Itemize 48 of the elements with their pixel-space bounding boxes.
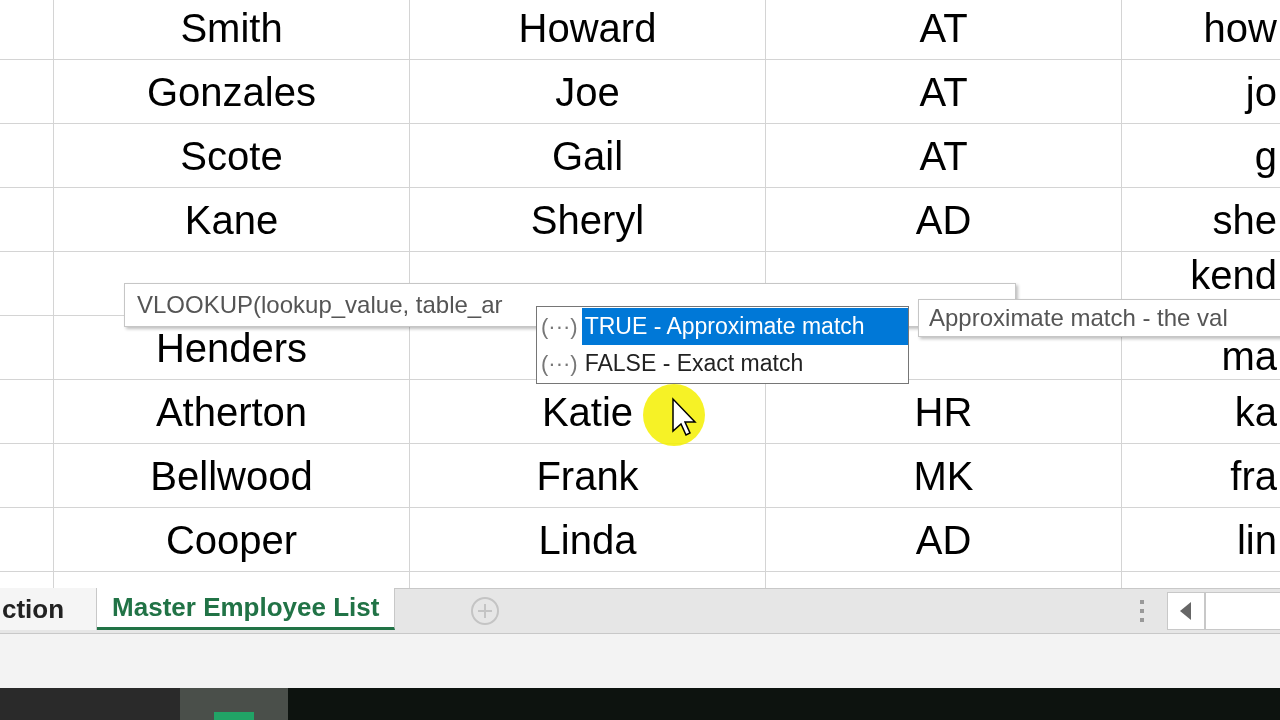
table-cell: how (1203, 4, 1277, 51)
taskbar-app-button[interactable] (180, 688, 288, 720)
table-cell: Atherton (155, 388, 308, 435)
table-cell: Howard (518, 4, 657, 51)
table-cell: g (1254, 132, 1277, 179)
autocomplete-item[interactable]: (···) TRUE - Approximate match (541, 308, 908, 345)
table-cell: Linda (538, 516, 637, 563)
table-cell: Kane (184, 196, 279, 243)
table-cell: Bellwood (150, 452, 313, 499)
horizontal-scrollbar[interactable] (1205, 592, 1280, 630)
sheet-tab[interactable]: Master Employee List (97, 588, 396, 630)
table-cell: Henders (155, 324, 308, 371)
table-cell: ka (1234, 388, 1277, 435)
taskbar-start-area[interactable] (0, 688, 180, 720)
autocomplete-item[interactable]: (···) FALSE - Exact match (541, 345, 908, 382)
table-cell: AD (915, 196, 972, 243)
table-cell: AT (919, 132, 968, 179)
table-cell: Frank (536, 452, 639, 499)
table-cell: AT (919, 68, 968, 115)
table-cell: Smith (180, 4, 283, 51)
table-cell: fra (1230, 452, 1277, 499)
description-text: Approximate match - the val (929, 304, 1228, 332)
table-cell: jo (1245, 68, 1277, 115)
table-cell: ma (1221, 333, 1277, 379)
function-signature: VLOOKUP(lookup_value, table_ar (137, 290, 503, 320)
splitter-icon[interactable] (1139, 599, 1145, 623)
left-arrow-icon (1180, 602, 1192, 620)
sheet-tab[interactable]: ction (0, 588, 98, 630)
option-label: TRUE - Approximate match (581, 308, 908, 345)
table-cell: Scote (180, 132, 283, 179)
table-cell: Gail (551, 132, 624, 179)
table-cell: Sheryl (530, 196, 645, 243)
table-cell: Katie (541, 388, 634, 435)
option-label: FALSE - Exact match (583, 349, 804, 379)
table-cell: AD (915, 516, 972, 563)
table-cell: kend (1190, 252, 1277, 298)
table-cell: Gonzales (147, 68, 316, 115)
argument-icon: (···) (541, 347, 578, 380)
table-cell: AT (919, 4, 968, 51)
argument-icon: (···) (541, 310, 578, 343)
scroll-left-button[interactable] (1167, 592, 1205, 630)
table-cell: Cooper (165, 516, 298, 563)
table-cell: Joe (555, 68, 620, 115)
add-sheet-icon[interactable] (470, 596, 501, 626)
table-cell: she (1212, 196, 1277, 243)
table-cell: HR (914, 388, 973, 435)
table-cell: MK (913, 452, 974, 499)
table-cell: lin (1236, 516, 1277, 563)
